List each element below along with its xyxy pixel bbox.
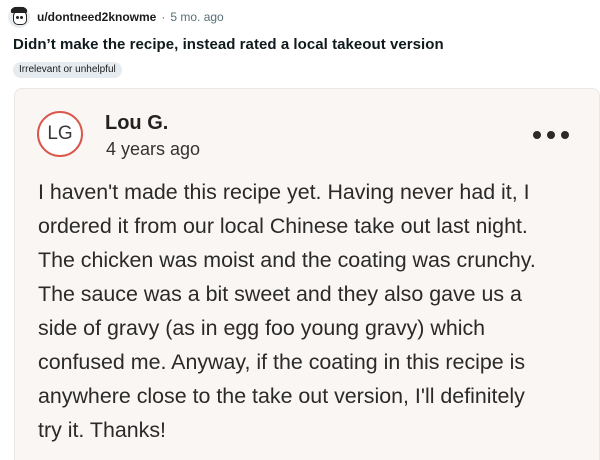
review-screenshot-card: LG Lou G. 4 years ago I haven't made thi… — [14, 88, 600, 460]
review-age: 4 years ago — [106, 139, 201, 159]
reviewer-initials: LG — [47, 123, 73, 144]
reviewer-avatar: LG — [37, 111, 83, 157]
more-dot — [533, 131, 541, 139]
more-options-icon[interactable] — [533, 125, 569, 145]
avatar-eye-left — [16, 16, 19, 19]
avatar-hat — [11, 7, 27, 13]
post-flair[interactable]: Irrelevant or unhelpful — [13, 62, 122, 78]
post-meta: u/dontneed2knowme · 5 mo. ago — [8, 6, 224, 28]
review-body: I haven't made this recipe yet. Having n… — [38, 180, 536, 442]
reviewer-name: Lou G. — [105, 112, 169, 134]
username-link[interactable]: u/dontneed2knowme — [37, 10, 156, 24]
user-avatar-icon[interactable] — [8, 6, 30, 28]
reddit-post: u/dontneed2knowme · 5 mo. ago Didn’t mak… — [0, 0, 600, 460]
more-dot — [561, 131, 569, 139]
meta-separator: · — [161, 10, 166, 24]
more-dot — [547, 131, 555, 139]
avatar-eye-right — [20, 16, 23, 19]
post-timestamp: 5 mo. ago — [170, 10, 224, 24]
post-title[interactable]: Didn’t make the recipe, instead rated a … — [13, 36, 444, 53]
